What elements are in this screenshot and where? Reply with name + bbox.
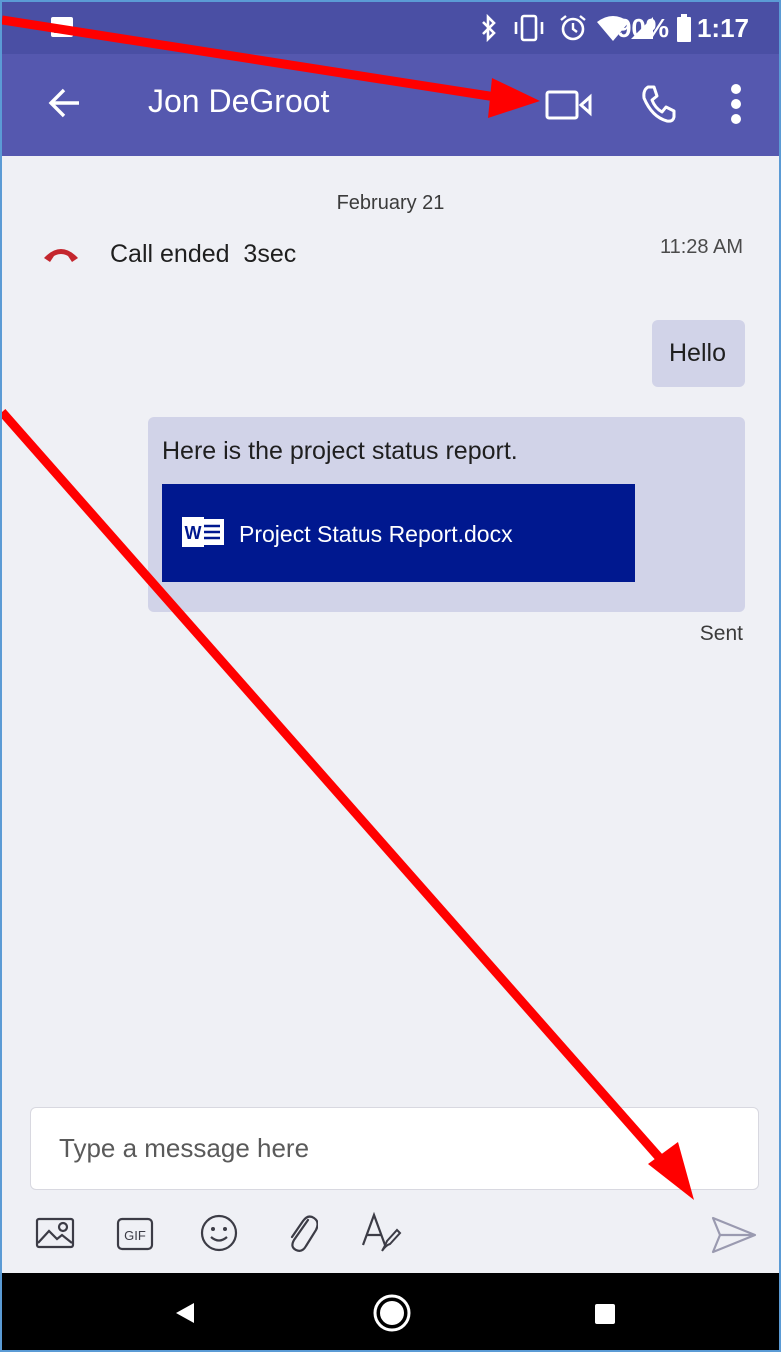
back-triangle-icon[interactable] [174, 1301, 196, 1325]
call-ended-text: Call ended 3sec [110, 240, 297, 268]
attach-icon[interactable] [284, 1212, 318, 1254]
alarm-icon [558, 13, 588, 43]
send-icon[interactable] [710, 1215, 758, 1255]
video-call-button[interactable] [545, 89, 593, 121]
battery-icon [677, 14, 691, 42]
svg-text:W: W [185, 523, 202, 543]
emoji-icon[interactable] [199, 1213, 239, 1253]
message-text: Here is the project status report. [162, 437, 518, 465]
back-button[interactable] [48, 86, 82, 120]
delivery-status: Sent [699, 622, 743, 645]
call-ended-time: 11:28 AM [659, 236, 743, 258]
format-icon[interactable] [360, 1211, 402, 1255]
more-vertical-icon [730, 83, 742, 125]
phone-icon [640, 84, 676, 124]
recents-square-icon[interactable] [594, 1303, 616, 1325]
phone-screen: 90% 90% 1:17 1:17 Jon DeGroot [0, 0, 781, 1352]
battery-percent-label: 90% [616, 13, 669, 43]
audio-call-button[interactable] [640, 84, 676, 124]
video-call-icon [545, 89, 593, 121]
image-icon[interactable] [35, 1217, 75, 1249]
vibrate-icon [512, 14, 546, 42]
message-bubble[interactable]: Here is the project status report. W Pro… [148, 417, 745, 612]
more-options-button[interactable] [730, 83, 742, 125]
contact-name[interactable]: Jon DeGroot [148, 83, 329, 120]
message-compose-box[interactable] [30, 1107, 759, 1190]
file-attachment[interactable]: W Project Status Report.docx [162, 484, 635, 582]
message-text: Hello [669, 339, 726, 367]
date-separator: February 21 [336, 192, 445, 214]
chat-header: Jon DeGroot [2, 54, 779, 156]
status-clock: 1:17 [696, 13, 749, 43]
word-doc-icon: W [182, 517, 226, 547]
home-circle-icon[interactable] [372, 1293, 412, 1333]
arrow-left-icon [48, 86, 82, 120]
message-bubble[interactable]: Hello [652, 320, 745, 387]
attachment-file-name: Project Status Report.docx [239, 521, 513, 547]
system-navigation-bar [2, 1273, 779, 1350]
call-ended-icon [42, 244, 80, 264]
gallery-notification-icon [50, 16, 74, 38]
status-bar: 90% 90% 1:17 1:17 [2, 2, 779, 54]
gif-icon[interactable]: GIF [116, 1217, 154, 1251]
conversation-area[interactable]: February 21 Call ended 3sec 11:28 AM Hel… [2, 156, 779, 1116]
svg-text:GIF: GIF [124, 1228, 146, 1243]
compose-toolbar: GIF [2, 1197, 779, 1273]
bluetooth-icon [480, 14, 498, 42]
message-input[interactable] [31, 1108, 758, 1189]
